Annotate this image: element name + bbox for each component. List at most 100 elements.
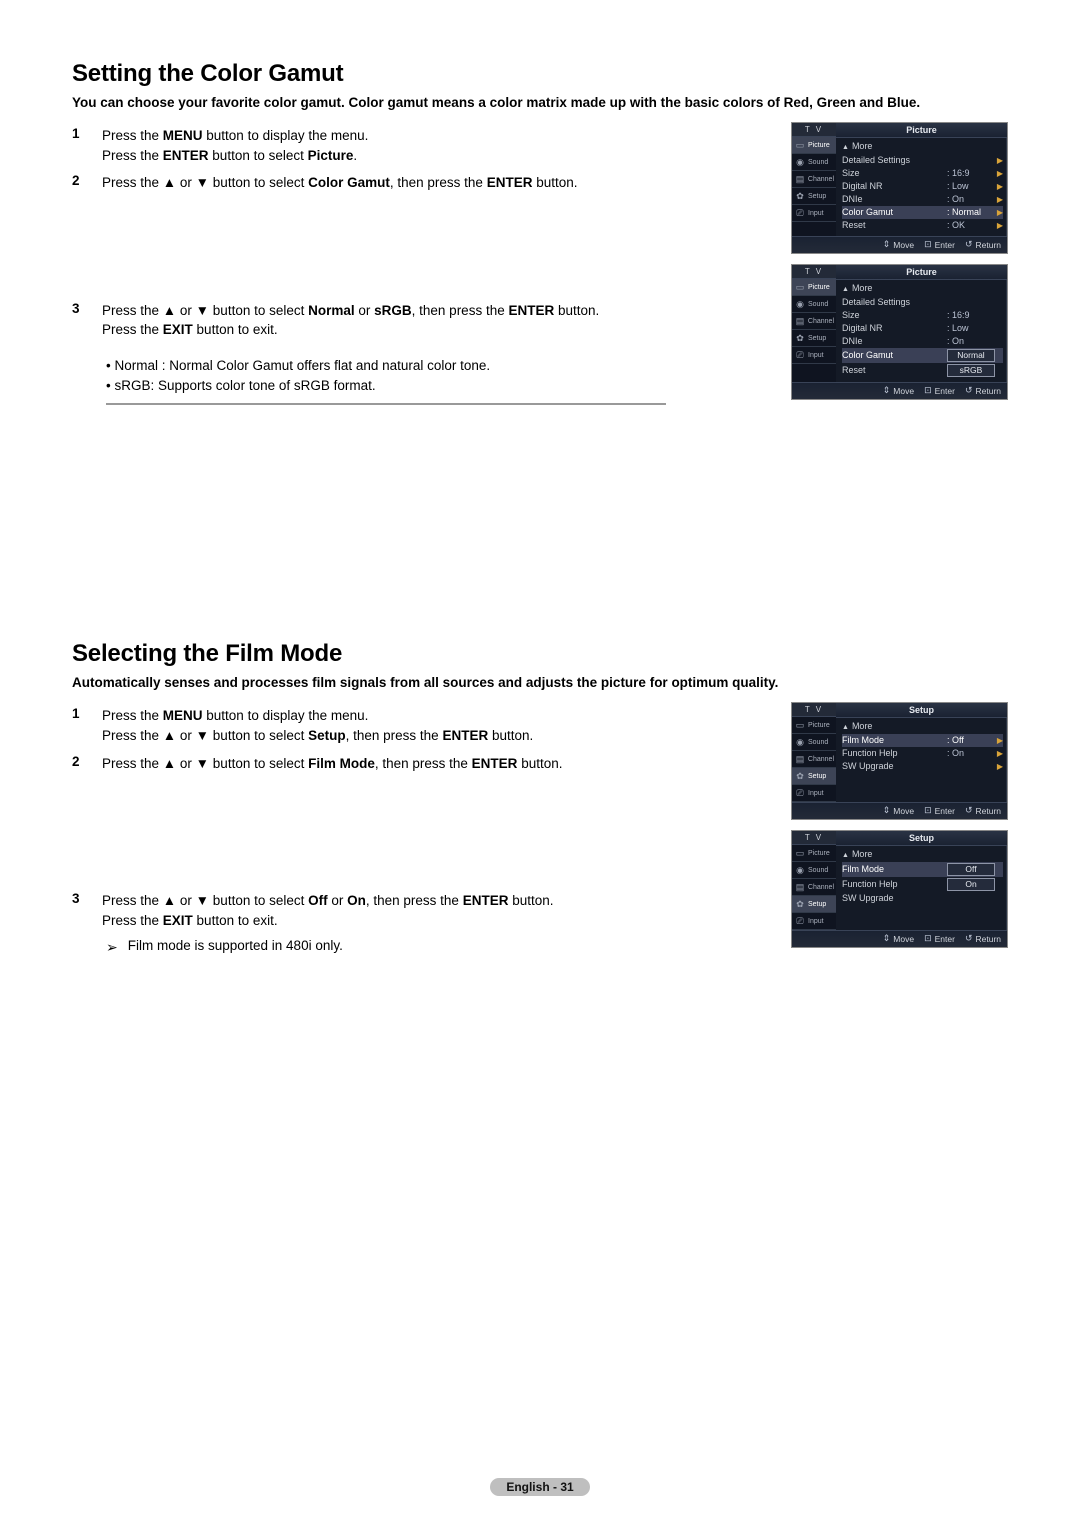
intro-film-mode: Automatically senses and processes film …	[72, 674, 1008, 692]
t: , then press the	[346, 728, 443, 743]
osd-side-label: Channel	[808, 756, 834, 763]
t: or	[176, 728, 196, 743]
t: button to select	[209, 728, 308, 743]
osd-list: ▲MoreFilm ModeOffFunction HelpOnSW Upgra…	[836, 846, 1007, 909]
osd-list: ▲MoreFilm Mode: Off▶Function Help: On▶SW…	[836, 718, 1007, 777]
osd-row-option: Normal	[947, 349, 995, 362]
osd-footer-move: ⇕Move	[883, 805, 914, 816]
osd-row-value: : Low	[947, 323, 995, 334]
chevron-right-icon: ▶	[995, 735, 1003, 746]
t: ENTER	[487, 175, 533, 190]
osd-row: DNIe: On▶	[842, 193, 1003, 206]
osd-side-item-input: ⎚Input	[792, 785, 836, 802]
osd-sidebar: T V▭Picture◉Sound▤Channel✿Setup⎚Input	[792, 265, 836, 382]
osd-side-icon: ▤	[794, 174, 806, 184]
bullet-1: • Normal : Normal Color Gamut offers fla…	[106, 356, 775, 376]
t: sRGB	[115, 378, 151, 393]
osd-side-label: Picture	[808, 850, 830, 857]
osd-side-label: Sound	[808, 739, 828, 746]
osd-side-item-channel: ▤Channel	[792, 751, 836, 768]
osd-picture-2: T V▭Picture◉Sound▤Channel✿Setup⎚InputPic…	[791, 264, 1008, 400]
enter-icon: ⊡	[924, 239, 932, 250]
bullet-2: • sRGB: Supports color tone of sRGB form…	[106, 376, 775, 396]
up-icon: ▲	[842, 724, 849, 731]
step-text: Press the MENU button to display the men…	[102, 126, 368, 165]
osd-tv-label: T V	[792, 703, 836, 717]
osd-footer: ⇕Move⊡Enter↺Return	[792, 930, 1007, 947]
osd-side-item-channel: ▤Channel	[792, 313, 836, 330]
osd-row-label: Color Gamut	[842, 207, 947, 218]
t: button to exit.	[193, 913, 278, 928]
osd-side-label: Picture	[808, 142, 830, 149]
osd-side-icon: ⎚	[794, 208, 806, 218]
osd-side-item-sound: ◉Sound	[792, 296, 836, 313]
t: Press the	[102, 913, 163, 928]
t: Press the	[102, 728, 163, 743]
osd-row-option: sRGB	[947, 364, 995, 377]
osd-side-icon: ▤	[794, 882, 806, 892]
t: button to select	[209, 148, 308, 163]
t: or	[176, 175, 196, 190]
up-icon: ▲	[163, 303, 176, 318]
osd-side-icon: ◉	[794, 157, 806, 167]
osd-sidebar: T V▭Picture◉Sound▤Channel✿Setup⎚Input	[792, 123, 836, 236]
chevron-right-icon: ▶	[995, 155, 1003, 166]
chevron-right-icon: ▶	[995, 761, 1003, 772]
osd-footer-return: ↺Return	[965, 933, 1001, 944]
t: , then press the	[412, 303, 509, 318]
t: Setup	[308, 728, 346, 743]
step-1: 1 Press the MENU button to display the m…	[72, 122, 775, 165]
move-icon: ⇕	[883, 385, 891, 396]
osd-row: Size: 16:9	[842, 309, 1003, 322]
osd-side-item-input: ⎚Input	[792, 205, 836, 222]
osd-row-option: Off	[947, 863, 995, 876]
down-icon: ▼	[196, 175, 209, 190]
down-icon: ▼	[196, 728, 209, 743]
t: Press the	[102, 708, 163, 723]
osd-sidebar: T V▭Picture◉Sound▤Channel✿Setup⎚Input	[792, 703, 836, 802]
bullet-icon: •	[106, 378, 111, 393]
t: button to select	[209, 756, 308, 771]
up-icon: ▲	[163, 756, 176, 771]
osd-row: Detailed Settings▶	[842, 154, 1003, 167]
t: button to exit.	[193, 322, 278, 337]
t: Off	[308, 893, 328, 908]
t: MENU	[163, 708, 203, 723]
t: or	[176, 303, 196, 318]
osd-row: Detailed Settings	[842, 296, 1003, 309]
osd-footer-move: ⇕Move	[883, 385, 914, 396]
return-icon: ↺	[965, 933, 973, 944]
osd-more: ▲More	[842, 720, 1003, 734]
osd-row-label: Function Help	[842, 879, 947, 890]
osd-footer-enter: ⊡Enter	[924, 239, 955, 250]
return-icon: ↺	[965, 239, 973, 250]
osd-side-label: Sound	[808, 159, 828, 166]
osd-row-label: SW Upgrade	[842, 761, 947, 772]
osd-row-value: : Low	[947, 181, 995, 192]
osd-side-icon: ▭	[794, 140, 806, 150]
osd-side-item-picture: ▭Picture	[792, 717, 836, 734]
osd-side-label: Channel	[808, 176, 834, 183]
intro-color-gamut: You can choose your favorite color gamut…	[72, 94, 1008, 112]
osd-footer-move: ⇕Move	[883, 933, 914, 944]
return-icon: ↺	[965, 805, 973, 816]
osd-row: Film Mode: Off▶	[842, 734, 1003, 747]
step-2: 2 Press the ▲ or ▼ button to select Film…	[72, 750, 775, 774]
divider	[106, 403, 666, 405]
chevron-right-icon: ▶	[995, 168, 1003, 179]
heading-film-mode: Selecting the Film Mode	[72, 640, 1008, 668]
osd-side-icon: ⎚	[794, 916, 806, 926]
step-number: 3	[72, 891, 88, 930]
osd-row-label: Reset	[842, 220, 947, 231]
osd-side-label: Sound	[808, 301, 828, 308]
osd-row-value: : Off	[947, 735, 995, 746]
step-number: 2	[72, 173, 88, 193]
osd-footer: ⇕Move⊡Enter↺Return	[792, 382, 1007, 399]
step-number: 3	[72, 301, 88, 340]
down-icon: ▼	[196, 893, 209, 908]
osd-list: ▲MoreDetailed SettingsSize: 16:9Digital …	[836, 280, 1007, 382]
t: button to select	[209, 303, 308, 318]
osd-side-item-picture: ▭Picture	[792, 845, 836, 862]
t: sRGB	[374, 303, 412, 318]
t: Normal	[308, 303, 355, 318]
